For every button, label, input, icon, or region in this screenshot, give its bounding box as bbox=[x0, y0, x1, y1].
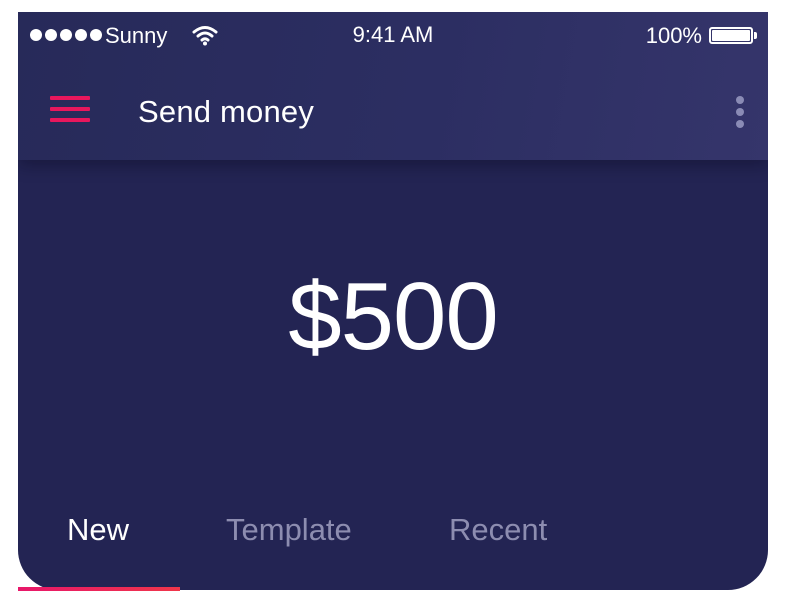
tab-new[interactable]: New bbox=[67, 512, 129, 548]
more-vertical-icon[interactable] bbox=[730, 96, 750, 130]
tab-recent[interactable]: Recent bbox=[449, 512, 547, 548]
active-tab-indicator bbox=[18, 587, 180, 591]
more-dot bbox=[736, 108, 744, 116]
page-title: Send money bbox=[138, 94, 315, 129]
more-dot bbox=[736, 120, 744, 128]
battery-cap bbox=[754, 32, 757, 39]
status-bar: Sunny 9:41 AM 100% bbox=[18, 12, 768, 58]
menu-line bbox=[50, 118, 90, 122]
amount-display[interactable]: $500 bbox=[18, 262, 768, 372]
battery-percent: 100% bbox=[645, 23, 702, 48]
tab-template[interactable]: Template bbox=[226, 512, 352, 548]
battery-icon bbox=[709, 27, 753, 44]
menu-line bbox=[50, 107, 90, 111]
screen: Sunny 9:41 AM 100% Send money $500 New T… bbox=[0, 0, 786, 592]
phone-screen: Sunny 9:41 AM 100% Send money $500 bbox=[18, 12, 768, 590]
menu-line bbox=[50, 96, 90, 100]
hamburger-menu-icon[interactable] bbox=[50, 96, 90, 126]
app-header: Sunny 9:41 AM 100% Send money bbox=[18, 12, 768, 160]
more-dot bbox=[736, 96, 744, 104]
battery-fill bbox=[712, 30, 750, 41]
